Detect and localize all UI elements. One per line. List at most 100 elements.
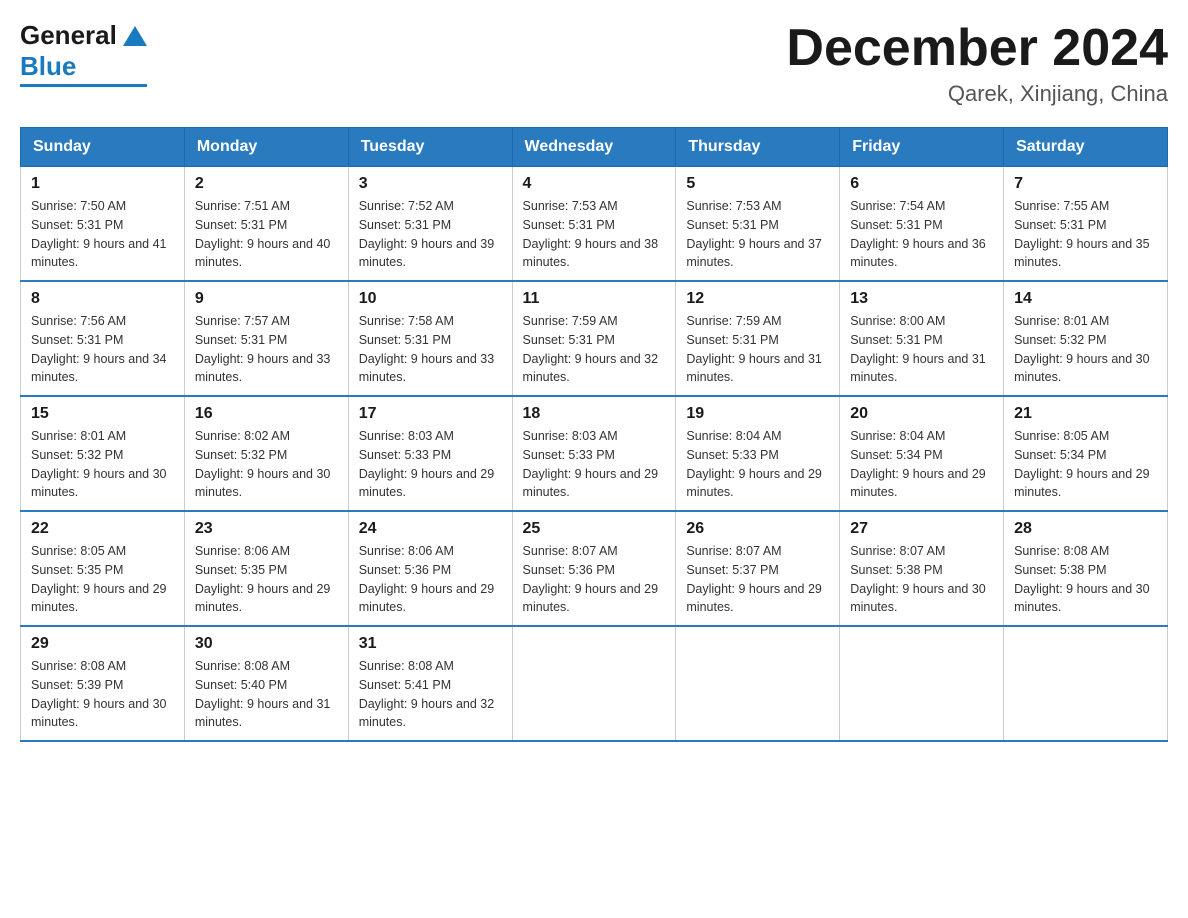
logo: General Blue	[20, 20, 147, 87]
day-cell-3: 3 Sunrise: 7:52 AMSunset: 5:31 PMDaylight…	[348, 167, 512, 282]
day-cell-19: 19 Sunrise: 8:04 AMSunset: 5:33 PMDayligh…	[676, 396, 840, 511]
day-cell-23: 23Sunrise: 8:06 AMSunset: 5:35 PMDayligh…	[184, 511, 348, 626]
day-info: Sunrise: 7:54 AMSunset: 5:31 PMDaylight:…	[850, 197, 993, 272]
day-number: 4	[523, 175, 666, 193]
page-header: General Blue December 2024 Qarek, Xinjia…	[20, 20, 1168, 107]
day-info: Sunrise: 8:04 AMSunset: 5:34 PMDaylight:…	[850, 427, 993, 502]
day-info: Sunrise: 7:50 AMSunset: 5:31 PMDaylight:…	[31, 197, 174, 272]
day-number: 2	[195, 175, 338, 193]
day-cell-26: 26 Sunrise: 8:07 AMSunset: 5:37 PMDayligh…	[676, 511, 840, 626]
day-cell-4: 4Sunrise: 7:53 AMSunset: 5:31 PMDaylight…	[512, 167, 676, 282]
empty-cell	[676, 626, 840, 741]
day-number: 19	[686, 405, 829, 423]
day-info: Sunrise: 8:08 AMSunset: 5:40 PMDaylight:…	[195, 657, 338, 732]
week-row-2: 8Sunrise: 7:56 AMSunset: 5:31 PMDaylight…	[21, 281, 1168, 396]
day-number: 1	[31, 175, 174, 193]
weekday-header-tuesday: Tuesday	[348, 128, 512, 167]
day-info: Sunrise: 8:07 AMSunset: 5:36 PMDaylight:…	[523, 542, 666, 617]
day-number: 20	[850, 405, 993, 423]
day-info: Sunrise: 8:07 AMSunset: 5:38 PMDaylight:…	[850, 542, 993, 617]
day-cell-16: 16 Sunrise: 8:02 AMSunset: 5:32 PMDayligh…	[184, 396, 348, 511]
day-number: 25	[523, 520, 666, 538]
weekday-header-saturday: Saturday	[1004, 128, 1168, 167]
empty-cell	[1004, 626, 1168, 741]
day-cell-28: 28 Sunrise: 8:08 AMSunset: 5:38 PMDayligh…	[1004, 511, 1168, 626]
weekday-header-friday: Friday	[840, 128, 1004, 167]
day-info: Sunrise: 8:08 AMSunset: 5:38 PMDaylight:…	[1014, 542, 1157, 617]
day-number: 28	[1014, 520, 1157, 538]
day-cell-1: 1 Sunrise: 7:50 AMSunset: 5:31 PMDaylight…	[21, 167, 185, 282]
day-cell-15: 15 Sunrise: 8:01 AMSunset: 5:32 PMDayligh…	[21, 396, 185, 511]
logo-general-text: General	[20, 20, 117, 51]
week-row-3: 15 Sunrise: 8:01 AMSunset: 5:32 PMDayligh…	[21, 396, 1168, 511]
day-info: Sunrise: 8:05 AMSunset: 5:35 PMDaylight:…	[31, 542, 174, 617]
day-info: Sunrise: 7:56 AMSunset: 5:31 PMDaylight:…	[31, 312, 174, 387]
day-cell-11: 11 Sunrise: 7:59 AMSunset: 5:31 PMDayligh…	[512, 281, 676, 396]
day-info: Sunrise: 8:01 AMSunset: 5:32 PMDaylight:…	[31, 427, 174, 502]
week-row-4: 22Sunrise: 8:05 AMSunset: 5:35 PMDayligh…	[21, 511, 1168, 626]
day-info: Sunrise: 8:07 AMSunset: 5:37 PMDaylight:…	[686, 542, 829, 617]
weekday-header-monday: Monday	[184, 128, 348, 167]
day-cell-2: 2Sunrise: 7:51 AMSunset: 5:31 PMDaylight…	[184, 167, 348, 282]
day-number: 5	[686, 175, 829, 193]
day-cell-29: 29Sunrise: 8:08 AMSunset: 5:39 PMDayligh…	[21, 626, 185, 741]
location: Qarek, Xinjiang, China	[786, 81, 1168, 107]
day-cell-24: 24 Sunrise: 8:06 AMSunset: 5:36 PMDayligh…	[348, 511, 512, 626]
logo-triangle-icon	[123, 26, 147, 46]
day-info: Sunrise: 8:03 AMSunset: 5:33 PMDaylight:…	[359, 427, 502, 502]
day-info: Sunrise: 8:05 AMSunset: 5:34 PMDaylight:…	[1014, 427, 1157, 502]
day-info: Sunrise: 8:02 AMSunset: 5:32 PMDaylight:…	[195, 427, 338, 502]
day-cell-8: 8Sunrise: 7:56 AMSunset: 5:31 PMDaylight…	[21, 281, 185, 396]
day-number: 12	[686, 290, 829, 308]
day-info: Sunrise: 8:04 AMSunset: 5:33 PMDaylight:…	[686, 427, 829, 502]
logo-text: General	[20, 20, 147, 51]
week-row-1: 1 Sunrise: 7:50 AMSunset: 5:31 PMDaylight…	[21, 167, 1168, 282]
day-info: Sunrise: 8:01 AMSunset: 5:32 PMDaylight:…	[1014, 312, 1157, 387]
day-number: 16	[195, 405, 338, 423]
logo-underline	[20, 84, 147, 87]
day-info: Sunrise: 8:08 AMSunset: 5:41 PMDaylight:…	[359, 657, 502, 732]
day-number: 24	[359, 520, 502, 538]
day-number: 17	[359, 405, 502, 423]
day-info: Sunrise: 8:06 AMSunset: 5:35 PMDaylight:…	[195, 542, 338, 617]
day-number: 29	[31, 635, 174, 653]
day-number: 9	[195, 290, 338, 308]
weekday-header-sunday: Sunday	[21, 128, 185, 167]
day-cell-17: 17 Sunrise: 8:03 AMSunset: 5:33 PMDayligh…	[348, 396, 512, 511]
empty-cell	[840, 626, 1004, 741]
day-info: Sunrise: 7:59 AMSunset: 5:31 PMDaylight:…	[686, 312, 829, 387]
day-info: Sunrise: 8:06 AMSunset: 5:36 PMDaylight:…	[359, 542, 502, 617]
day-number: 26	[686, 520, 829, 538]
day-cell-21: 21Sunrise: 8:05 AMSunset: 5:34 PMDayligh…	[1004, 396, 1168, 511]
day-number: 27	[850, 520, 993, 538]
month-title: December 2024	[786, 20, 1168, 77]
day-cell-22: 22Sunrise: 8:05 AMSunset: 5:35 PMDayligh…	[21, 511, 185, 626]
day-cell-30: 30 Sunrise: 8:08 AMSunset: 5:40 PMDayligh…	[184, 626, 348, 741]
day-cell-14: 14Sunrise: 8:01 AMSunset: 5:32 PMDayligh…	[1004, 281, 1168, 396]
day-number: 11	[523, 290, 666, 308]
day-number: 15	[31, 405, 174, 423]
day-cell-10: 10Sunrise: 7:58 AMSunset: 5:31 PMDayligh…	[348, 281, 512, 396]
day-number: 3	[359, 175, 502, 193]
day-info: Sunrise: 7:53 AMSunset: 5:31 PMDaylight:…	[686, 197, 829, 272]
weekday-header-row: SundayMondayTuesdayWednesdayThursdayFrid…	[21, 128, 1168, 167]
week-row-5: 29Sunrise: 8:08 AMSunset: 5:39 PMDayligh…	[21, 626, 1168, 741]
day-cell-18: 18Sunrise: 8:03 AMSunset: 5:33 PMDayligh…	[512, 396, 676, 511]
empty-cell	[512, 626, 676, 741]
day-cell-27: 27 Sunrise: 8:07 AMSunset: 5:38 PMDayligh…	[840, 511, 1004, 626]
day-cell-12: 12 Sunrise: 7:59 AMSunset: 5:31 PMDayligh…	[676, 281, 840, 396]
day-number: 31	[359, 635, 502, 653]
day-info: Sunrise: 8:03 AMSunset: 5:33 PMDaylight:…	[523, 427, 666, 502]
day-cell-5: 5 Sunrise: 7:53 AMSunset: 5:31 PMDaylight…	[676, 167, 840, 282]
logo-blue-text: Blue	[20, 51, 76, 82]
day-number: 30	[195, 635, 338, 653]
day-info: Sunrise: 7:52 AMSunset: 5:31 PMDaylight:…	[359, 197, 502, 272]
day-cell-7: 7Sunrise: 7:55 AMSunset: 5:31 PMDaylight…	[1004, 167, 1168, 282]
day-number: 6	[850, 175, 993, 193]
day-cell-25: 25 Sunrise: 8:07 AMSunset: 5:36 PMDayligh…	[512, 511, 676, 626]
weekday-header-thursday: Thursday	[676, 128, 840, 167]
day-cell-31: 31 Sunrise: 8:08 AMSunset: 5:41 PMDayligh…	[348, 626, 512, 741]
day-number: 10	[359, 290, 502, 308]
title-block: December 2024 Qarek, Xinjiang, China	[786, 20, 1168, 107]
day-info: Sunrise: 7:59 AMSunset: 5:31 PMDaylight:…	[523, 312, 666, 387]
